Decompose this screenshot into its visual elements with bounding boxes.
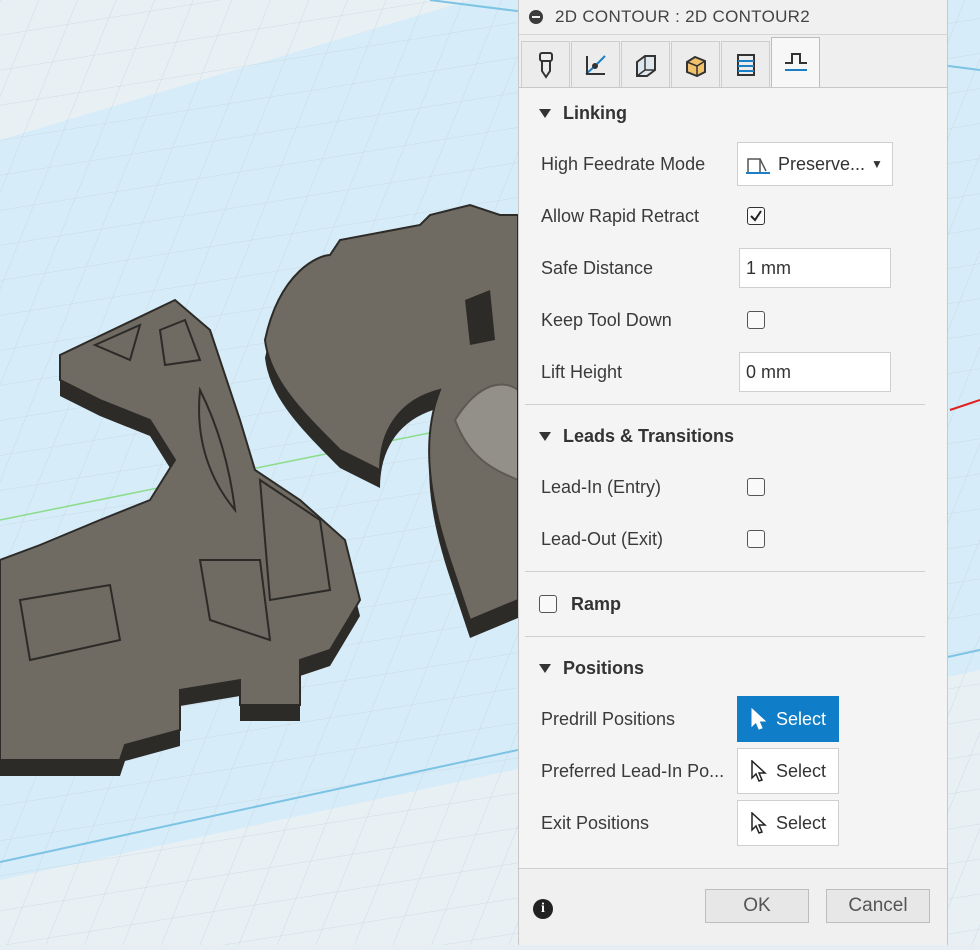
allow-rapid-retract-row: Allow Rapid Retract: [519, 190, 947, 242]
divider: [525, 404, 925, 405]
preferred-lead-in-select-label: Select: [775, 760, 827, 781]
section-linking-title: Linking: [563, 102, 627, 123]
checkmark-icon: [750, 210, 762, 222]
exit-select-label: Select: [775, 812, 827, 833]
collapse-triangle-icon: [539, 663, 551, 673]
passes-icon: [685, 55, 706, 77]
lead-out-checkbox[interactable]: [747, 530, 765, 548]
exit-positions-label: Exit Positions: [541, 812, 650, 833]
tab-linking-passes[interactable]: [721, 41, 770, 87]
section-linking-header[interactable]: Linking: [519, 88, 947, 138]
tab-strip: [519, 35, 947, 88]
ramp-label: Ramp: [571, 593, 622, 614]
predrill-positions-row: Predrill Positions Select: [519, 693, 947, 745]
tab-tool[interactable]: [521, 41, 570, 87]
high-feedrate-mode-row: High Feedrate Mode Preserve... ▼: [519, 138, 947, 190]
preserve-rapid-icon: [746, 158, 770, 174]
safe-distance-row: Safe Distance 1 mm: [519, 242, 947, 294]
lift-height-label: Lift Height: [541, 361, 623, 382]
tab-geometry[interactable]: [571, 41, 620, 87]
keep-tool-down-row: Keep Tool Down: [519, 294, 947, 346]
dropdown-caret-icon: ▼: [871, 157, 883, 171]
cursor-arrow-icon: [751, 760, 767, 782]
linking-passes-icon: [736, 53, 755, 76]
safe-distance-input[interactable]: 1 mm: [739, 248, 891, 288]
allow-rapid-retract-checkbox[interactable]: [747, 207, 765, 225]
tab-linking[interactable]: [771, 37, 820, 87]
cursor-arrow-icon: [751, 812, 767, 834]
divider: [525, 571, 925, 572]
geometry-icon: [584, 54, 606, 75]
keep-tool-down-checkbox[interactable]: [747, 311, 765, 329]
2d-contour-dialog: 2D CONTOUR : 2D CONTOUR2 Linking High Fe…: [518, 0, 948, 945]
section-positions-title: Positions: [563, 657, 645, 678]
collapse-triangle-icon: [539, 108, 551, 118]
collapse-icon[interactable]: [529, 10, 543, 24]
preferred-lead-in-row: Preferred Lead-In Po... Select: [519, 745, 947, 797]
lead-in-label: Lead-In (Entry): [541, 476, 662, 497]
safe-distance-label: Safe Distance: [541, 257, 654, 278]
lift-height-row: Lift Height 0 mm: [519, 346, 947, 398]
high-feedrate-mode-select[interactable]: Preserve... ▼: [737, 142, 893, 186]
high-feedrate-mode-label: High Feedrate Mode: [541, 153, 706, 174]
cancel-button[interactable]: Cancel: [826, 889, 930, 923]
predrill-select-label: Select: [775, 708, 827, 729]
predrill-select-button[interactable]: Select: [737, 696, 839, 742]
lead-out-label: Lead-Out (Exit): [541, 528, 664, 549]
preferred-lead-in-select-button[interactable]: Select: [737, 748, 839, 794]
keep-tool-down-label: Keep Tool Down: [541, 309, 672, 330]
preferred-lead-in-label: Preferred Lead-In Po...: [541, 760, 725, 781]
ramp-checkbox[interactable]: [539, 595, 557, 613]
cursor-arrow-icon: [751, 708, 767, 730]
ramp-row: Ramp: [519, 578, 947, 630]
dialog-title: 2D CONTOUR : 2D CONTOUR2: [555, 7, 810, 26]
lead-out-row: Lead-Out (Exit): [519, 513, 947, 565]
ok-button[interactable]: OK: [705, 889, 809, 923]
lead-in-checkbox[interactable]: [747, 478, 765, 496]
section-leads-header[interactable]: Leads & Transitions: [519, 411, 947, 461]
high-feedrate-mode-value: Preserve...: [778, 153, 866, 174]
divider: [525, 636, 925, 637]
allow-rapid-retract-label: Allow Rapid Retract: [541, 205, 700, 226]
section-positions-header[interactable]: Positions: [519, 643, 947, 693]
tool-icon: [538, 51, 553, 79]
predrill-positions-label: Predrill Positions: [541, 708, 676, 729]
exit-select-button[interactable]: Select: [737, 800, 839, 846]
tab-heights[interactable]: [621, 41, 670, 87]
collapse-triangle-icon: [539, 431, 551, 441]
dialog-titlebar: 2D CONTOUR : 2D CONTOUR2: [519, 0, 947, 35]
dialog-footer: i OK Cancel: [519, 868, 947, 945]
exit-positions-row: Exit Positions Select: [519, 797, 947, 849]
lift-height-input[interactable]: 0 mm: [739, 352, 891, 392]
heights-icon: [635, 54, 656, 77]
lead-in-row: Lead-In (Entry): [519, 461, 947, 513]
linking-icon: [784, 52, 807, 71]
tab-passes[interactable]: [671, 41, 720, 87]
section-leads-title: Leads & Transitions: [563, 425, 735, 446]
info-icon[interactable]: i: [533, 899, 553, 919]
